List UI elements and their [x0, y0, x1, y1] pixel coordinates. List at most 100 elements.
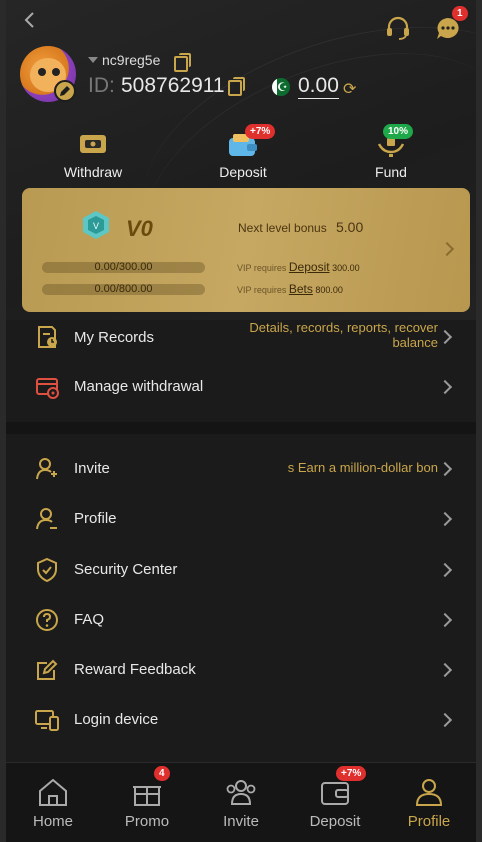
tab-profile[interactable]: Profile [382, 763, 476, 842]
profile-icon [36, 508, 57, 530]
shield-icon [37, 557, 57, 583]
chat-button[interactable]: 1 [434, 6, 468, 42]
balance-amount: 0.00 [298, 74, 339, 99]
menu-invite-label: Invite [74, 460, 110, 477]
tab-deposit[interactable]: +7% Deposit [288, 763, 382, 842]
user-id: 508762911 [121, 74, 225, 97]
chevron-right-icon [437, 712, 453, 728]
bets-progress-text: 0.00/800.00 [94, 283, 153, 295]
caret-down-icon [88, 57, 98, 63]
pencil-icon [60, 86, 70, 96]
invite-icon [36, 458, 57, 480]
edit-avatar-button[interactable] [54, 80, 76, 102]
fund-label: Fund [375, 164, 407, 180]
vip-requires-label: VIP requires [237, 285, 287, 295]
deposit-requirement-amount: 300.00 [332, 263, 360, 273]
support-button[interactable] [384, 14, 412, 42]
user-icon [415, 779, 443, 806]
username: nc9reg5e [102, 52, 161, 68]
withdraw-label: Withdraw [63, 164, 123, 180]
menu-faq-label: FAQ [74, 611, 105, 628]
tab-home-label: Home [32, 813, 73, 830]
chevron-right-icon [437, 461, 453, 477]
wallet-icon [321, 782, 349, 805]
deposit-tab-badge: +7% [336, 766, 367, 781]
tab-deposit-label: Deposit [309, 813, 361, 830]
group-icon [226, 780, 256, 805]
bets-requirement-link[interactable]: Bets [289, 282, 313, 296]
deposit-requirement: VIP requires Deposit 300.00 [237, 260, 360, 274]
chevron-right-icon [437, 379, 453, 395]
withdraw-button[interactable]: Withdraw [38, 130, 148, 180]
menu-security-center[interactable]: Security Center [6, 545, 476, 595]
menu-invite-hint: s Earn a million-dollar bon [287, 460, 438, 475]
deposit-label: Deposit [219, 164, 267, 180]
hint-line: Details, records, reports, recover [249, 320, 438, 335]
chevron-right-icon [437, 329, 453, 345]
menu-login-device[interactable]: Login device [6, 695, 476, 745]
devices-icon [35, 710, 59, 731]
menu-reward-feedback-label: Reward Feedback [74, 661, 196, 678]
copy-username-icon[interactable] [174, 53, 191, 72]
avatar-eye [52, 68, 60, 76]
fund-badge: 10% [383, 124, 414, 139]
menu-my-records-label: My Records [74, 329, 155, 346]
vip-card[interactable]: V V0 Next level bonus 5.00 0.00/300.00 V… [22, 188, 470, 312]
menu-faq[interactable]: FAQ [6, 595, 476, 645]
chevron-right-icon [439, 241, 455, 257]
chevron-right-icon [437, 612, 453, 628]
menu-login-device-label: Login device [74, 711, 159, 728]
fund-button[interactable]: 10% Fund [336, 124, 446, 180]
refresh-balance-icon[interactable]: ⟳ [343, 79, 356, 99]
svg-text:V: V [93, 221, 99, 231]
menu-reward-feedback[interactable]: Reward Feedback [6, 645, 476, 695]
deposit-progress-text: 0.00/300.00 [94, 261, 153, 273]
menu-profile[interactable]: Profile [6, 494, 476, 544]
menu-my-records-hint: Details, records, reports, recover balan… [249, 320, 438, 350]
records-icon [38, 326, 57, 348]
scrollbar[interactable] [478, 320, 482, 630]
deposit-requirement-link[interactable]: Deposit [289, 260, 330, 274]
deposit-bonus-badge: +7% [245, 124, 276, 139]
card-settings-icon [36, 378, 59, 399]
menu-manage-withdrawal-label: Manage withdrawal [74, 378, 204, 395]
chat-badge: 1 [452, 6, 468, 21]
tab-home[interactable]: Home [6, 763, 100, 842]
question-icon [36, 609, 58, 631]
chevron-right-icon [437, 562, 453, 578]
avatar-eye [38, 68, 46, 76]
copy-id-icon[interactable] [228, 77, 245, 96]
tab-invite[interactable]: Invite [194, 763, 288, 842]
menu-profile-label: Profile [74, 510, 117, 527]
section-divider [6, 422, 476, 434]
next-level-bonus-label: Next level bonus [238, 221, 327, 235]
menu-manage-withdrawal[interactable]: Manage withdrawal [6, 362, 476, 412]
edit-note-icon [37, 659, 58, 680]
tab-profile-label: Profile [407, 813, 451, 830]
menu-invite[interactable]: Invite s Earn a million-dollar bon [6, 444, 476, 494]
tab-promo-label: Promo [124, 813, 170, 830]
tab-invite-label: Invite [223, 813, 259, 830]
chevron-right-icon [437, 511, 453, 527]
tab-promo[interactable]: 4 Promo [100, 763, 194, 842]
promo-badge: 4 [154, 766, 170, 781]
withdraw-icon [80, 135, 106, 153]
headset-icon [387, 16, 409, 40]
menu-my-records[interactable]: My Records Details, records, reports, re… [6, 312, 476, 362]
home-icon [39, 778, 67, 806]
menu-security-center-label: Security Center [74, 561, 178, 578]
bets-requirement: VIP requires Bets 800.00 [237, 282, 343, 296]
vip-level: V0 [126, 216, 153, 241]
pakistan-flag-icon [272, 78, 290, 96]
bets-requirement-amount: 800.00 [315, 285, 343, 295]
vip-requires-label: VIP requires [237, 263, 287, 273]
gift-icon [133, 786, 161, 806]
id-label: ID: [88, 74, 115, 97]
app-frame: 1 nc9reg5e ID: 508762911 0.00 ⟳ Withdraw [0, 0, 482, 842]
back-button[interactable] [20, 10, 40, 30]
deposit-button[interactable]: +7% Deposit [188, 124, 298, 180]
hint-line: balance [392, 335, 438, 350]
bottom-tab-bar: Home 4 Promo Invite +7% Deposit Profile [6, 762, 476, 842]
chevron-right-icon [437, 662, 453, 678]
chevron-left-icon [24, 12, 34, 28]
